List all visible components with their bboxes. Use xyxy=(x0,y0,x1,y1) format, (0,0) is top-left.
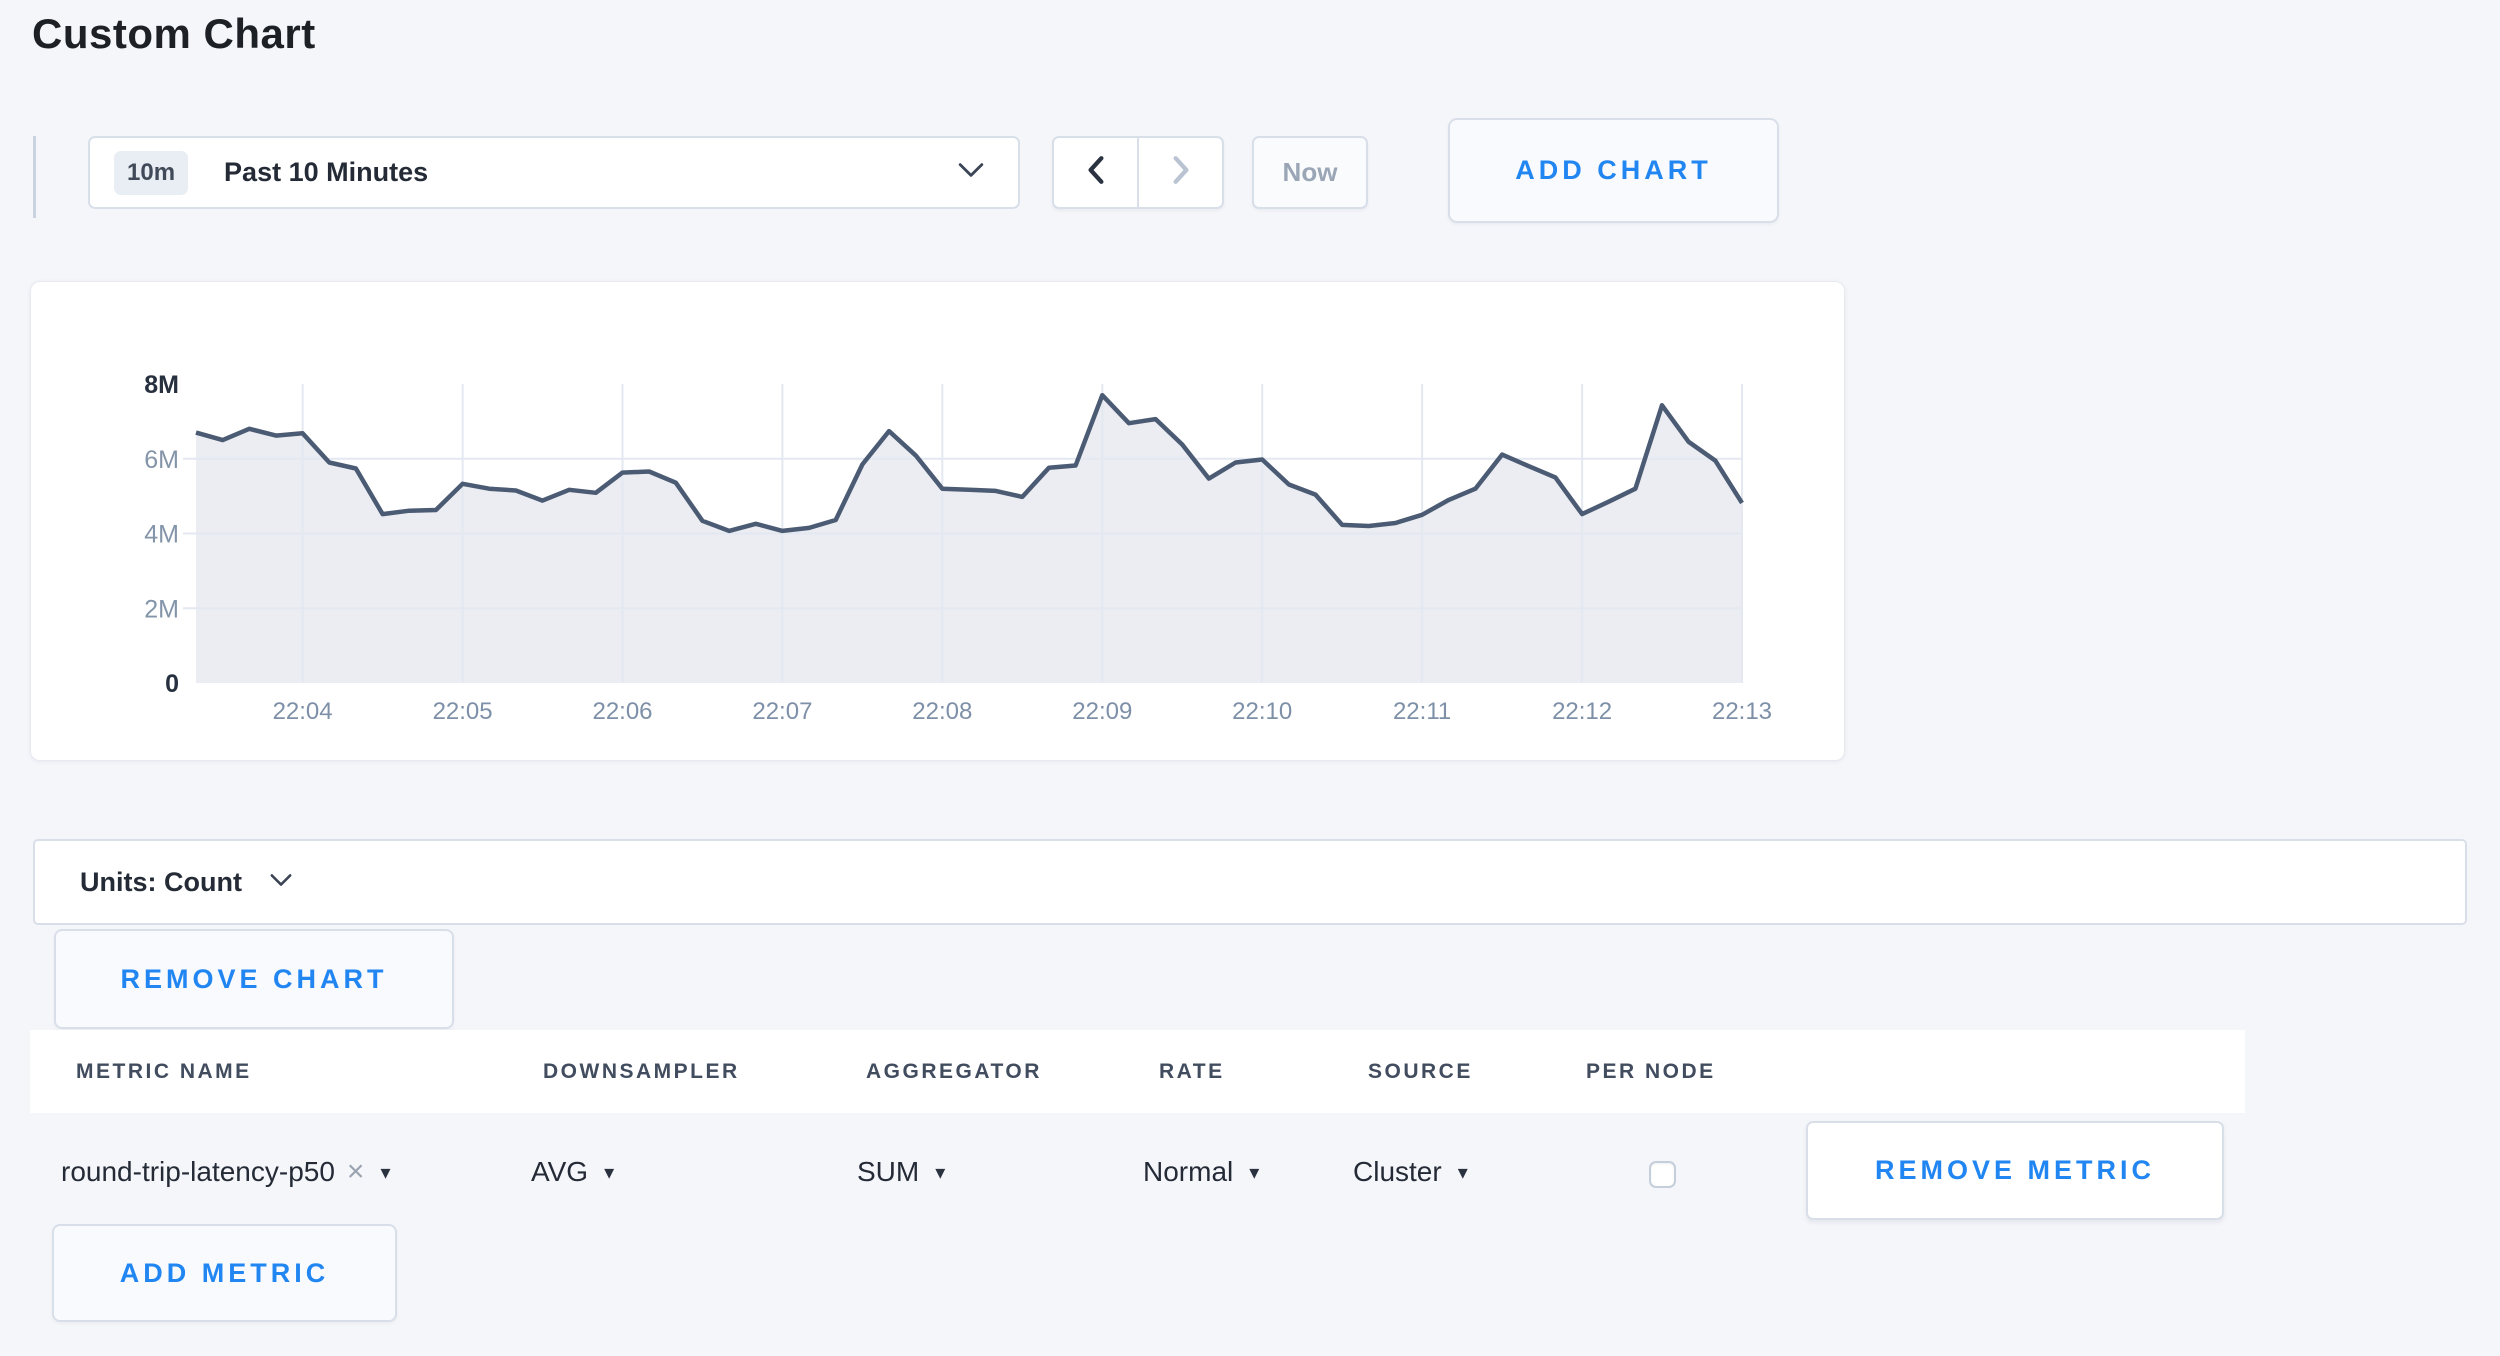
svg-text:22:08: 22:08 xyxy=(912,698,972,725)
next-timeframe-button[interactable] xyxy=(1137,138,1222,207)
source-select[interactable]: Cluster ▾ xyxy=(1353,1150,1468,1194)
metric-name-select[interactable]: round-trip-latency-p50 × ▾ xyxy=(61,1150,391,1194)
svg-text:2M: 2M xyxy=(144,595,179,623)
chevron-right-icon xyxy=(1170,155,1192,190)
caret-down-icon: ▾ xyxy=(1249,1160,1259,1185)
caret-down-icon: ▾ xyxy=(1458,1160,1468,1185)
custom-chart-page: Custom Chart 10m Past 10 Minutes Now ADD… xyxy=(0,0,2500,1356)
caret-down-icon: ▾ xyxy=(380,1160,390,1185)
downsampler-value: AVG xyxy=(531,1156,588,1188)
chevron-left-icon xyxy=(1085,155,1107,190)
clear-metric-icon[interactable]: × xyxy=(347,1155,365,1189)
aggregator-select[interactable]: SUM ▾ xyxy=(857,1150,945,1194)
svg-text:8M: 8M xyxy=(144,371,179,399)
time-window-badge: 10m xyxy=(114,151,188,195)
time-window-select[interactable]: 10m Past 10 Minutes xyxy=(88,136,1020,209)
page-title: Custom Chart xyxy=(32,10,316,58)
svg-text:22:12: 22:12 xyxy=(1552,698,1612,725)
toolbar-accent-rule xyxy=(33,136,36,218)
svg-text:6M: 6M xyxy=(144,446,179,474)
caret-down-icon: ▾ xyxy=(935,1160,945,1185)
rate-select[interactable]: Normal ▾ xyxy=(1143,1150,1259,1194)
remove-metric-button[interactable]: REMOVE METRIC xyxy=(1806,1121,2224,1220)
svg-text:22:13: 22:13 xyxy=(1712,698,1772,725)
column-header-source: SOURCE xyxy=(1368,1030,1473,1113)
add-metric-button[interactable]: ADD METRIC xyxy=(52,1224,397,1322)
column-header-downsampler: DOWNSAMPLER xyxy=(543,1030,740,1113)
svg-text:22:07: 22:07 xyxy=(752,698,812,725)
metric-name-value: round-trip-latency-p50 xyxy=(61,1156,335,1188)
metrics-table-header: METRIC NAME DOWNSAMPLER AGGREGATOR RATE … xyxy=(30,1030,2245,1113)
metric-chart-card: 0 2M 4M 6M 8M 22:04 22:05 22:06 22:07 22:08 22:09 2… xyxy=(30,281,1845,761)
svg-text:22:06: 22:06 xyxy=(592,698,652,725)
downsampler-select[interactable]: AVG ▾ xyxy=(531,1150,614,1194)
column-header-metric-name: METRIC NAME xyxy=(76,1030,252,1113)
per-node-checkbox[interactable] xyxy=(1649,1161,1676,1188)
time-nav-group xyxy=(1052,136,1224,209)
time-series-chart: 0 2M 4M 6M 8M 22:04 22:05 22:06 22:07 22:08 22:09 2… xyxy=(31,282,1846,762)
prev-timeframe-button[interactable] xyxy=(1054,138,1137,207)
chevron-down-icon xyxy=(270,873,292,892)
svg-text:0: 0 xyxy=(165,670,179,698)
rate-value: Normal xyxy=(1143,1156,1233,1188)
column-header-per-node: PER NODE xyxy=(1586,1030,1716,1113)
remove-chart-button[interactable]: REMOVE CHART xyxy=(54,929,454,1029)
svg-text:22:10: 22:10 xyxy=(1232,698,1292,725)
now-button[interactable]: Now xyxy=(1252,136,1368,209)
units-select-label: Units: Count xyxy=(80,867,242,898)
caret-down-icon: ▾ xyxy=(604,1160,614,1185)
add-chart-button[interactable]: ADD CHART xyxy=(1448,118,1779,223)
chevron-down-icon xyxy=(958,162,984,183)
source-value: Cluster xyxy=(1353,1156,1442,1188)
svg-text:22:05: 22:05 xyxy=(433,698,493,725)
units-select[interactable]: Units: Count xyxy=(33,839,2467,925)
svg-text:22:04: 22:04 xyxy=(273,698,333,725)
column-header-aggregator: AGGREGATOR xyxy=(866,1030,1042,1113)
column-header-rate: RATE xyxy=(1159,1030,1225,1113)
time-window-label: Past 10 Minutes xyxy=(224,157,428,188)
svg-text:4M: 4M xyxy=(144,521,179,549)
svg-text:22:11: 22:11 xyxy=(1393,698,1451,725)
svg-text:22:09: 22:09 xyxy=(1072,698,1132,725)
aggregator-value: SUM xyxy=(857,1156,919,1188)
